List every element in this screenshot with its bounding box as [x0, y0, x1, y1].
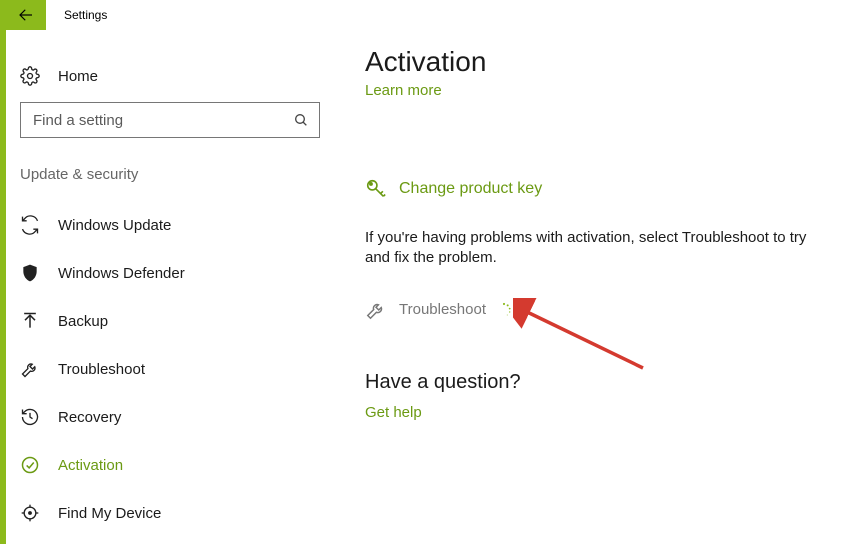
sidebar-item-label: Troubleshoot	[58, 361, 145, 378]
sync-icon	[20, 215, 40, 235]
get-help-link[interactable]: Get help	[365, 404, 422, 421]
troubleshoot-label: Troubleshoot	[399, 301, 486, 318]
sidebar-nav: Windows Update Windows Defender Backup	[2, 201, 320, 537]
home-label: Home	[58, 68, 98, 85]
upload-arrow-icon	[20, 311, 40, 331]
sidebar-item-label: Backup	[58, 313, 108, 330]
learn-more-link[interactable]: Learn more	[365, 82, 442, 99]
loading-spinner-icon	[496, 302, 512, 318]
sidebar-item-backup[interactable]: Backup	[2, 297, 320, 345]
sidebar-item-activation[interactable]: Activation	[2, 441, 320, 489]
search-icon	[293, 112, 309, 128]
check-circle-icon	[20, 455, 40, 475]
window-title: Settings	[64, 8, 107, 22]
sidebar-item-label: Windows Defender	[58, 265, 185, 282]
wrench-icon	[20, 359, 40, 379]
sidebar-item-troubleshoot[interactable]: Troubleshoot	[2, 345, 320, 393]
sidebar-item-label: Windows Update	[58, 217, 171, 234]
gear-icon	[20, 66, 40, 86]
troubleshoot-button[interactable]: Troubleshoot	[365, 299, 835, 321]
back-button[interactable]	[6, 0, 46, 30]
search-input[interactable]	[31, 111, 293, 130]
wrench-icon	[365, 299, 387, 321]
settings-sidebar: Home Update & security Windows Update	[20, 56, 320, 537]
location-crosshair-icon	[20, 503, 40, 523]
shield-icon	[20, 263, 40, 283]
sidebar-item-label: Recovery	[58, 409, 121, 426]
titlebar: Settings	[6, 0, 107, 30]
change-product-key-label: Change product key	[399, 180, 542, 198]
page-title: Activation	[365, 46, 835, 78]
sidebar-item-label: Find My Device	[58, 505, 161, 522]
main-content: Activation Learn more Change product key…	[365, 46, 835, 422]
key-icon	[365, 178, 387, 200]
sidebar-item-label: Activation	[58, 457, 123, 474]
question-heading: Have a question?	[365, 371, 835, 394]
sidebar-item-windows-defender[interactable]: Windows Defender	[2, 249, 320, 297]
history-icon	[20, 407, 40, 427]
back-arrow-icon	[17, 6, 35, 24]
sidebar-item-windows-update[interactable]: Windows Update	[2, 201, 320, 249]
troubleshoot-description: If you're having problems with activatio…	[365, 228, 835, 269]
sidebar-section-header: Update & security	[20, 166, 320, 183]
search-box[interactable]	[20, 102, 320, 138]
home-button[interactable]: Home	[20, 56, 320, 96]
sidebar-item-recovery[interactable]: Recovery	[2, 393, 320, 441]
change-product-key-link[interactable]: Change product key	[365, 178, 835, 200]
sidebar-item-find-my-device[interactable]: Find My Device	[2, 489, 320, 537]
